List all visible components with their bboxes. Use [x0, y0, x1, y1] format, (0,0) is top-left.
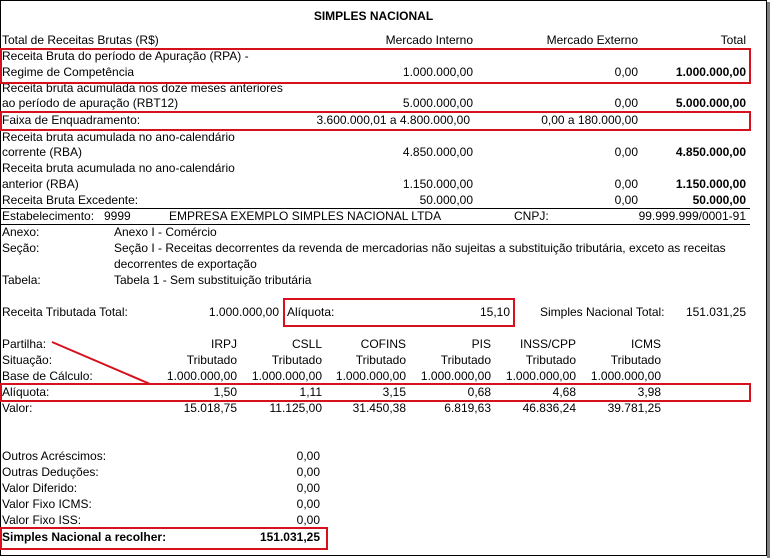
- pointer-line: [51, 341, 151, 385]
